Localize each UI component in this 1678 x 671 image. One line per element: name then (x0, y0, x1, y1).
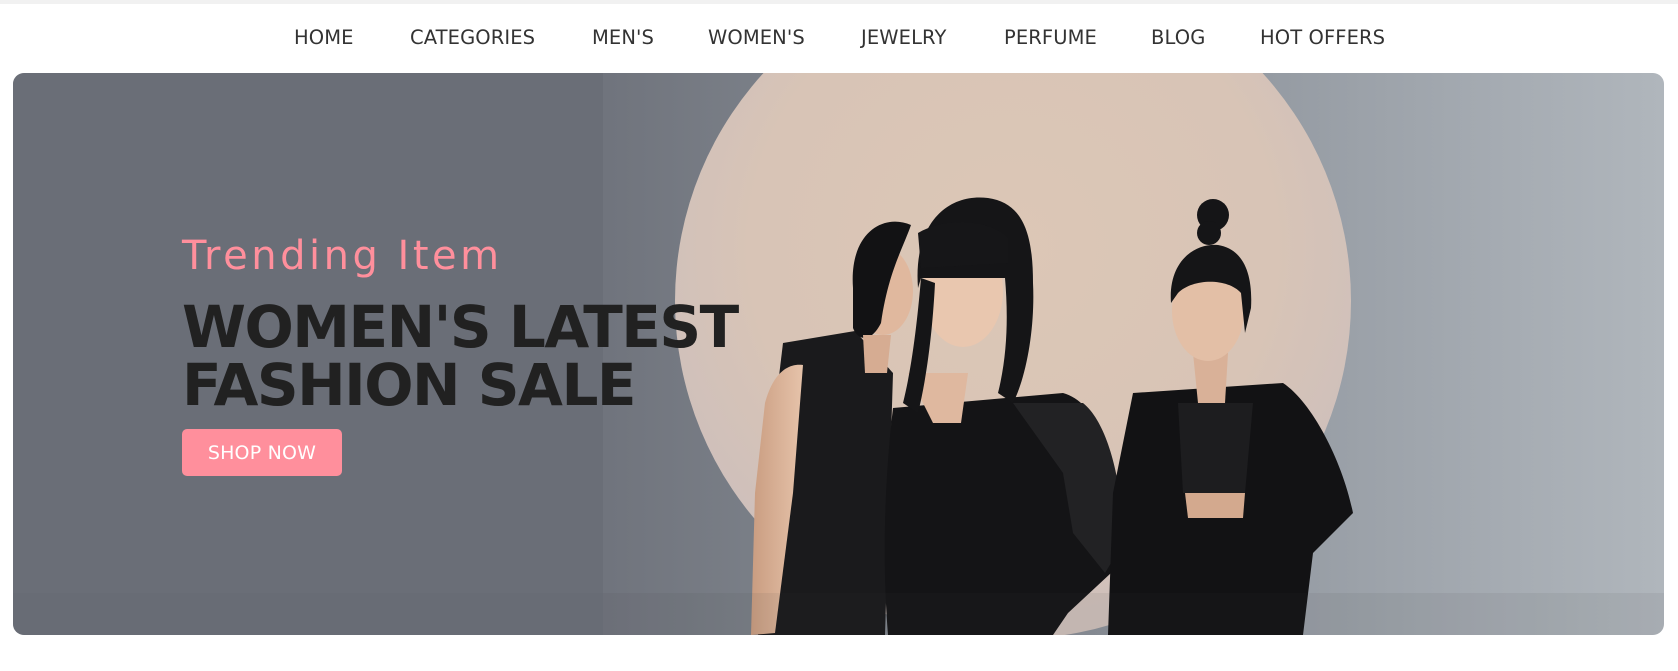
nav-item-perfume[interactable]: PERFUME (1004, 22, 1097, 54)
banner-subtitle: Trending Item (182, 233, 503, 279)
nav-item-blog[interactable]: BLOG (1151, 22, 1205, 54)
nav-item-jewelry[interactable]: JEWELRY (861, 22, 946, 54)
banner-headline: WOMEN'S LATEST FASHION SALE (182, 293, 739, 419)
top-divider (0, 0, 1678, 4)
nav-item-hot-offers[interactable]: HOT OFFERS (1260, 22, 1385, 54)
nav-item-mens[interactable]: MEN'S (592, 22, 654, 54)
nav-item-womens[interactable]: WOMEN'S (708, 22, 805, 54)
hero-banner: Trending Item WOMEN'S LATEST FASHION SAL… (13, 73, 1664, 635)
nav-item-categories[interactable]: CATEGORIES (410, 22, 535, 54)
nav-item-home[interactable]: HOME (294, 22, 354, 54)
shop-now-button[interactable]: SHOP NOW (182, 429, 342, 476)
main-navigation: HOME CATEGORIES MEN'S WOMEN'S JEWELRY PE… (0, 22, 1678, 54)
